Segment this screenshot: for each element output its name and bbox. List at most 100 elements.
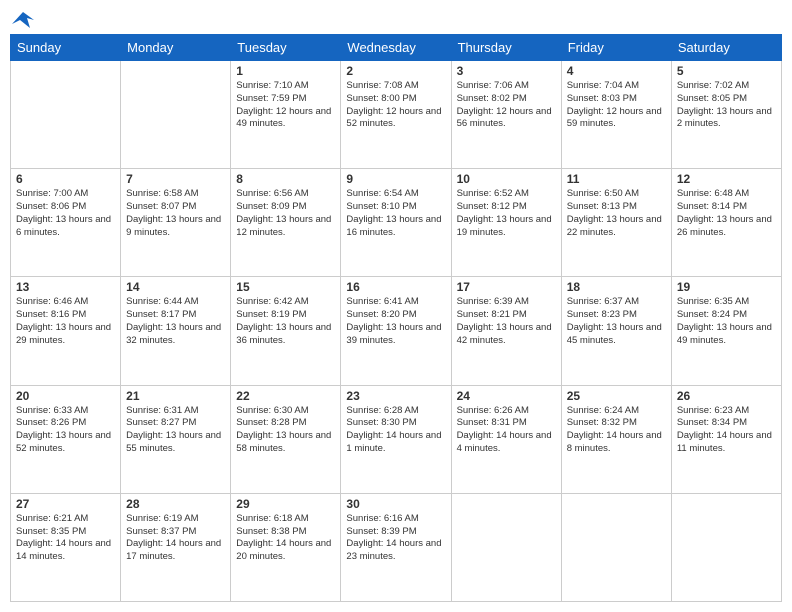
- calendar-cell: 11Sunrise: 6:50 AM Sunset: 8:13 PM Dayli…: [561, 169, 671, 277]
- calendar-cell: 2 Sunrise: 7:08 AM Sunset: 8:00 PM Daylig…: [341, 61, 451, 169]
- day-number: 3: [457, 64, 556, 78]
- day-number: 7: [126, 172, 225, 186]
- calendar-cell: [561, 493, 671, 601]
- calendar-cell: [11, 61, 121, 169]
- calendar-cell: 4 Sunrise: 7:04 AM Sunset: 8:03 PM Daylig…: [561, 61, 671, 169]
- calendar-cell: 25 Sunrise: 6:24 AM Sunset: 8:32 PM Dayli…: [561, 385, 671, 493]
- day-info: Sunrise: 6:44 AM Sunset: 8:17 PM Dayligh…: [126, 296, 225, 347]
- day-info: Sunrise: 6:52 AM Sunset: 8:12 PM Dayligh…: [457, 188, 556, 239]
- day-header-tuesday: Tuesday: [231, 35, 341, 61]
- day-number: 4: [567, 64, 666, 78]
- week-row-4: 20 Sunrise: 6:33 AM Sunset: 8:26 PM Dayli…: [11, 385, 782, 493]
- calendar-cell: 16 Sunrise: 6:41 AM Sunset: 8:20 PM Dayli…: [341, 277, 451, 385]
- calendar-cell: 12 Sunrise: 6:48 AM Sunset: 8:14 PM Dayli…: [671, 169, 781, 277]
- day-number: 23: [346, 389, 445, 403]
- day-info: Sunrise: 6:28 AM Sunset: 8:30 PM Dayligh…: [346, 405, 445, 456]
- calendar-cell: 19 Sunrise: 6:35 AM Sunset: 8:24 PM Dayli…: [671, 277, 781, 385]
- day-header-saturday: Saturday: [671, 35, 781, 61]
- day-info: Sunrise: 6:48 AM Sunset: 8:14 PM Dayligh…: [677, 188, 776, 239]
- day-info: Sunrise: 6:39 AM Sunset: 8:21 PM Dayligh…: [457, 296, 556, 347]
- day-number: 6: [16, 172, 115, 186]
- day-number: 26: [677, 389, 776, 403]
- day-info: Sunrise: 7:10 AM Sunset: 7:59 PM Dayligh…: [236, 80, 335, 131]
- calendar-cell: 24 Sunrise: 6:26 AM Sunset: 8:31 PM Dayli…: [451, 385, 561, 493]
- logo: [10, 10, 34, 26]
- day-header-monday: Monday: [121, 35, 231, 61]
- calendar-cell: 9 Sunrise: 6:54 AM Sunset: 8:10 PM Daylig…: [341, 169, 451, 277]
- day-info: Sunrise: 6:21 AM Sunset: 8:35 PM Dayligh…: [16, 513, 115, 564]
- day-info: Sunrise: 7:08 AM Sunset: 8:00 PM Dayligh…: [346, 80, 445, 131]
- day-info: Sunrise: 6:30 AM Sunset: 8:28 PM Dayligh…: [236, 405, 335, 456]
- day-info: Sunrise: 6:41 AM Sunset: 8:20 PM Dayligh…: [346, 296, 445, 347]
- day-info: Sunrise: 6:42 AM Sunset: 8:19 PM Dayligh…: [236, 296, 335, 347]
- day-number: 15: [236, 280, 335, 294]
- day-number: 28: [126, 497, 225, 511]
- day-number: 27: [16, 497, 115, 511]
- day-number: 20: [16, 389, 115, 403]
- day-number: 9: [346, 172, 445, 186]
- week-row-5: 27 Sunrise: 6:21 AM Sunset: 8:35 PM Dayli…: [11, 493, 782, 601]
- week-row-2: 6 Sunrise: 7:00 AM Sunset: 8:06 PM Daylig…: [11, 169, 782, 277]
- logo-bird-icon: [12, 10, 34, 28]
- day-number: 18: [567, 280, 666, 294]
- day-number: 17: [457, 280, 556, 294]
- day-info: Sunrise: 6:24 AM Sunset: 8:32 PM Dayligh…: [567, 405, 666, 456]
- calendar-cell: 3 Sunrise: 7:06 AM Sunset: 8:02 PM Daylig…: [451, 61, 561, 169]
- day-info: Sunrise: 7:02 AM Sunset: 8:05 PM Dayligh…: [677, 80, 776, 131]
- days-header-row: SundayMondayTuesdayWednesdayThursdayFrid…: [11, 35, 782, 61]
- calendar-cell: 5 Sunrise: 7:02 AM Sunset: 8:05 PM Daylig…: [671, 61, 781, 169]
- calendar-cell: 23 Sunrise: 6:28 AM Sunset: 8:30 PM Dayli…: [341, 385, 451, 493]
- day-info: Sunrise: 6:58 AM Sunset: 8:07 PM Dayligh…: [126, 188, 225, 239]
- day-info: Sunrise: 7:04 AM Sunset: 8:03 PM Dayligh…: [567, 80, 666, 131]
- day-header-sunday: Sunday: [11, 35, 121, 61]
- day-info: Sunrise: 6:18 AM Sunset: 8:38 PM Dayligh…: [236, 513, 335, 564]
- day-number: 10: [457, 172, 556, 186]
- day-number: 11: [567, 172, 666, 186]
- header: [10, 10, 782, 26]
- calendar-cell: [121, 61, 231, 169]
- day-number: 19: [677, 280, 776, 294]
- day-header-wednesday: Wednesday: [341, 35, 451, 61]
- calendar-cell: 21 Sunrise: 6:31 AM Sunset: 8:27 PM Dayli…: [121, 385, 231, 493]
- day-info: Sunrise: 6:19 AM Sunset: 8:37 PM Dayligh…: [126, 513, 225, 564]
- day-number: 12: [677, 172, 776, 186]
- day-header-friday: Friday: [561, 35, 671, 61]
- calendar-cell: 13Sunrise: 6:46 AM Sunset: 8:16 PM Dayli…: [11, 277, 121, 385]
- calendar-cell: 29Sunrise: 6:18 AM Sunset: 8:38 PM Dayli…: [231, 493, 341, 601]
- day-info: Sunrise: 6:37 AM Sunset: 8:23 PM Dayligh…: [567, 296, 666, 347]
- day-info: Sunrise: 6:35 AM Sunset: 8:24 PM Dayligh…: [677, 296, 776, 347]
- calendar-cell: [451, 493, 561, 601]
- calendar-cell: 10 Sunrise: 6:52 AM Sunset: 8:12 PM Dayli…: [451, 169, 561, 277]
- day-info: Sunrise: 6:26 AM Sunset: 8:31 PM Dayligh…: [457, 405, 556, 456]
- day-number: 24: [457, 389, 556, 403]
- day-info: Sunrise: 6:46 AM Sunset: 8:16 PM Dayligh…: [16, 296, 115, 347]
- calendar-cell: 27 Sunrise: 6:21 AM Sunset: 8:35 PM Dayli…: [11, 493, 121, 601]
- day-number: 2: [346, 64, 445, 78]
- calendar-cell: 8Sunrise: 6:56 AM Sunset: 8:09 PM Daylig…: [231, 169, 341, 277]
- day-number: 21: [126, 389, 225, 403]
- day-number: 5: [677, 64, 776, 78]
- day-number: 14: [126, 280, 225, 294]
- calendar-cell: 18 Sunrise: 6:37 AM Sunset: 8:23 PM Dayli…: [561, 277, 671, 385]
- calendar-cell: 20 Sunrise: 6:33 AM Sunset: 8:26 PM Dayli…: [11, 385, 121, 493]
- day-number: 25: [567, 389, 666, 403]
- day-info: Sunrise: 6:33 AM Sunset: 8:26 PM Dayligh…: [16, 405, 115, 456]
- day-number: 22: [236, 389, 335, 403]
- calendar-cell: 17 Sunrise: 6:39 AM Sunset: 8:21 PM Dayli…: [451, 277, 561, 385]
- calendar-cell: 15 Sunrise: 6:42 AM Sunset: 8:19 PM Dayli…: [231, 277, 341, 385]
- calendar-cell: [671, 493, 781, 601]
- day-info: Sunrise: 7:00 AM Sunset: 8:06 PM Dayligh…: [16, 188, 115, 239]
- day-number: 1: [236, 64, 335, 78]
- calendar-cell: 26Sunrise: 6:23 AM Sunset: 8:34 PM Dayli…: [671, 385, 781, 493]
- day-number: 8: [236, 172, 335, 186]
- day-number: 30: [346, 497, 445, 511]
- day-number: 16: [346, 280, 445, 294]
- day-info: Sunrise: 7:06 AM Sunset: 8:02 PM Dayligh…: [457, 80, 556, 131]
- calendar-cell: 14 Sunrise: 6:44 AM Sunset: 8:17 PM Dayli…: [121, 277, 231, 385]
- calendar-cell: 30 Sunrise: 6:16 AM Sunset: 8:39 PM Dayli…: [341, 493, 451, 601]
- day-info: Sunrise: 6:54 AM Sunset: 8:10 PM Dayligh…: [346, 188, 445, 239]
- calendar-cell: 6 Sunrise: 7:00 AM Sunset: 8:06 PM Daylig…: [11, 169, 121, 277]
- day-info: Sunrise: 6:31 AM Sunset: 8:27 PM Dayligh…: [126, 405, 225, 456]
- day-info: Sunrise: 6:16 AM Sunset: 8:39 PM Dayligh…: [346, 513, 445, 564]
- week-row-3: 13Sunrise: 6:46 AM Sunset: 8:16 PM Dayli…: [11, 277, 782, 385]
